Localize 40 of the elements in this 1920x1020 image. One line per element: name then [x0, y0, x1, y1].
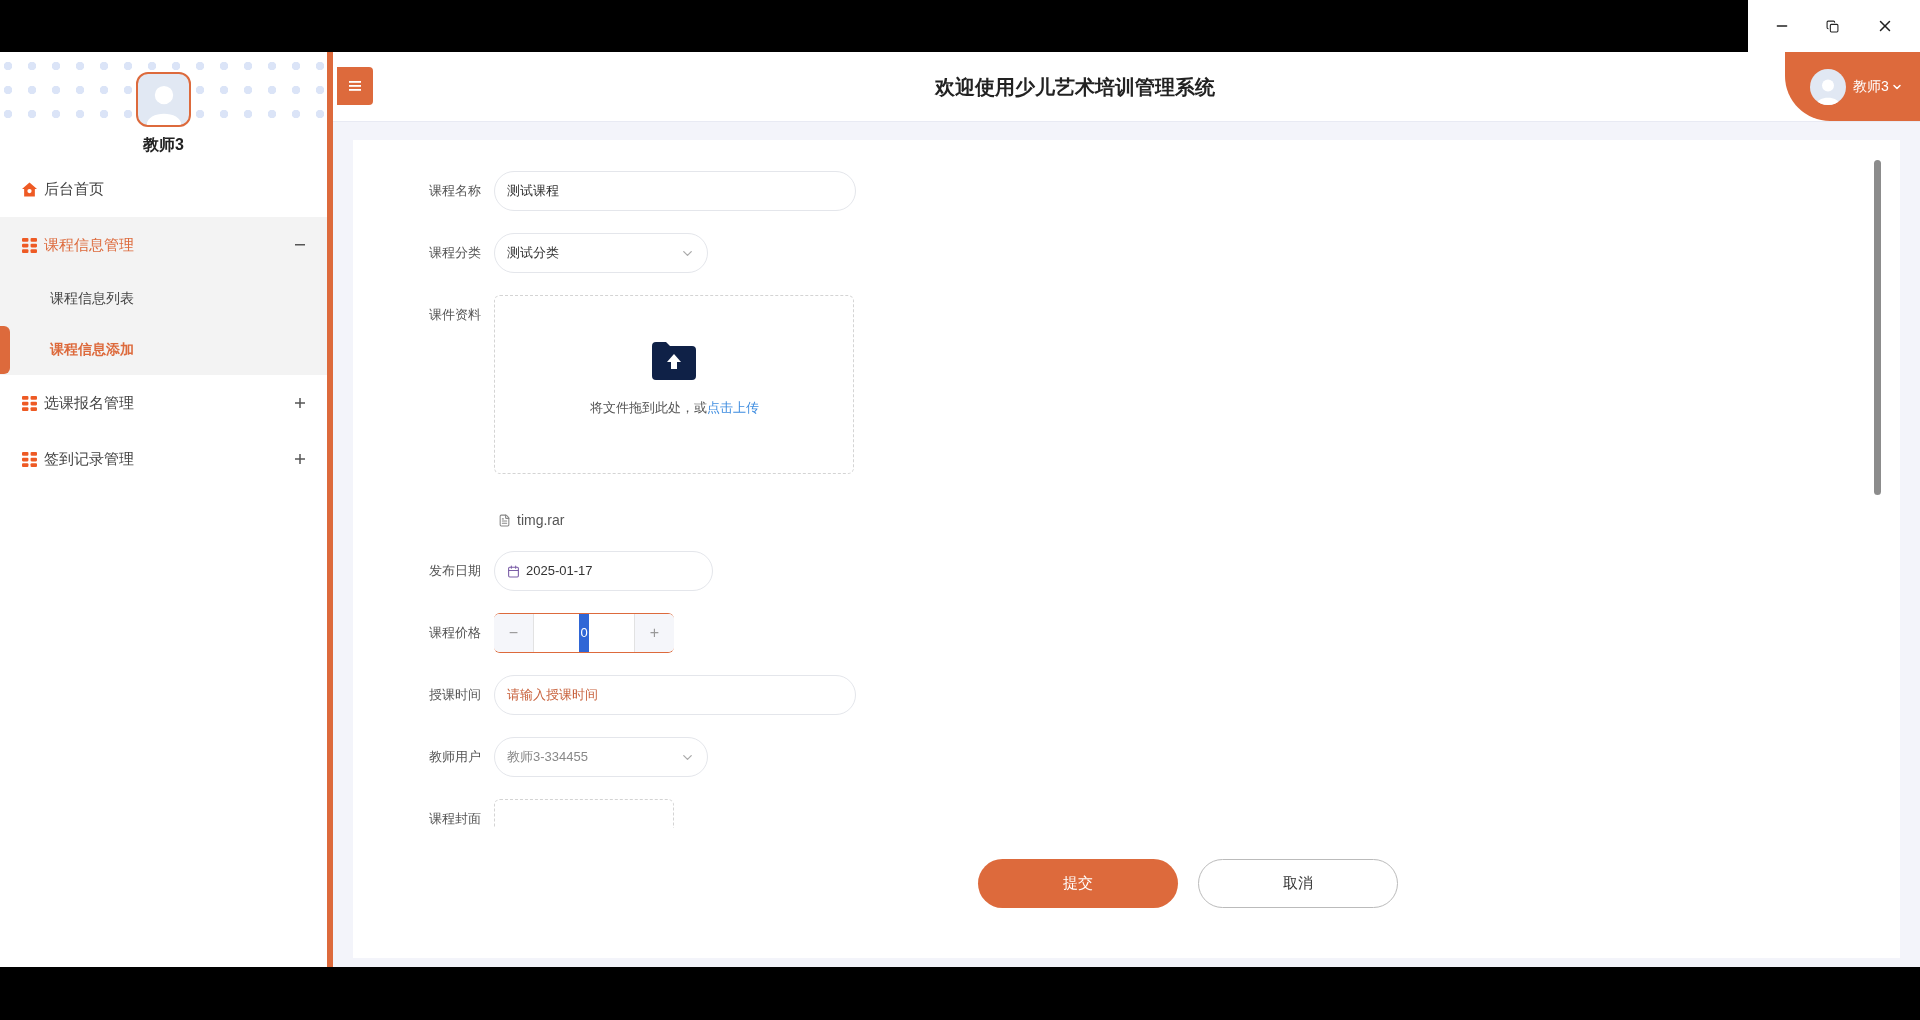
- upload-hint: 将文件拖到此处，或点击上传: [589, 399, 759, 417]
- number-value: 0: [579, 614, 589, 652]
- menu-label: 签到记录管理: [44, 448, 134, 469]
- grid-icon: [22, 395, 37, 411]
- text-field[interactable]: 请输入授课时间: [494, 675, 856, 715]
- field-label: 课程价格: [429, 624, 481, 643]
- field-label: 课程分类: [429, 244, 481, 263]
- text-field[interactable]: 测试课程: [494, 171, 856, 211]
- field-label: 课程封面: [429, 810, 481, 828]
- scrollbar[interactable]: [1874, 160, 1881, 495]
- folder-upload-icon: [652, 342, 696, 380]
- expand-icon: [295, 398, 305, 408]
- page-title: 欢迎使用少儿艺术培训管理系统: [935, 74, 1215, 100]
- restore-icon[interactable]: [1826, 19, 1840, 33]
- menu-group[interactable]: 选课报名管理: [0, 375, 327, 431]
- field-label: 课程名称: [429, 182, 481, 201]
- field-label: 发布日期: [429, 562, 481, 581]
- expand-icon: [295, 454, 305, 464]
- select-field[interactable]: 测试分类: [494, 233, 708, 273]
- menu-item[interactable]: 后台首页: [0, 161, 327, 217]
- date-field[interactable]: 2025-01-17: [494, 551, 713, 591]
- field-label: 授课时间: [429, 686, 481, 705]
- file-icon: [498, 514, 511, 527]
- user-name: 教师3: [143, 135, 184, 155]
- upload-dropzone[interactable]: 将文件拖到此处，或点击上传: [494, 295, 854, 474]
- grid-icon: [22, 451, 37, 467]
- submenu-item[interactable]: 课程信息列表: [50, 288, 134, 309]
- field-label: 课件资料: [429, 306, 481, 325]
- cancel-button[interactable]: 取消: [1198, 859, 1398, 908]
- grid-icon: [22, 237, 37, 253]
- menu-label: 后台首页: [44, 178, 104, 199]
- home-icon: [22, 181, 37, 197]
- menu-group[interactable]: 签到记录管理: [0, 431, 327, 487]
- menu-label: 选课报名管理: [44, 392, 134, 413]
- calendar-icon: [507, 564, 520, 578]
- menu-label: 课程信息管理: [44, 234, 134, 255]
- field-label: 教师用户: [429, 748, 481, 767]
- menu-button[interactable]: [337, 67, 373, 105]
- menu-icon: [349, 81, 361, 91]
- file-name[interactable]: timg.rar: [517, 510, 565, 531]
